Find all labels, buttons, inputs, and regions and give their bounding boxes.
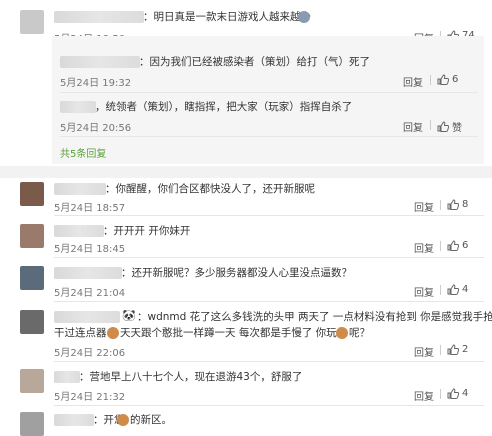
comment-text: 呢？ xyxy=(349,327,370,339)
like-button[interactable]: 4 xyxy=(447,388,468,399)
divider xyxy=(440,345,441,355)
more-replies-link[interactable]: 共5条回复 xyxy=(60,145,106,160)
like-count: 6 xyxy=(462,240,469,251)
divider xyxy=(430,120,431,130)
like-count: 2 xyxy=(462,344,469,355)
like-button[interactable]: 赞 xyxy=(437,119,462,134)
thumbs-up-icon xyxy=(447,199,459,210)
comment-text: ：明日真是一款末日游戏人越来越少 xyxy=(143,11,311,23)
like-button[interactable]: 2 xyxy=(447,344,468,355)
comment-text: ：你醒醒，你们合区都快没人了，还开新服呢 xyxy=(105,183,315,195)
comment-text: 天天跟个憨批一样蹲一天 每次都是手慢了 你玩你 xyxy=(120,327,348,339)
avatar[interactable] xyxy=(20,310,44,334)
username[interactable] xyxy=(54,225,104,237)
like-count: 4 xyxy=(462,284,469,295)
reply-text: ，统领者（策划），瞎指挥，把大家（玩家）指挥自杀了 xyxy=(95,101,353,113)
reply-button[interactable]: 回复 xyxy=(403,74,423,89)
reply-button[interactable]: 回复 xyxy=(414,388,434,403)
comment-text: ：还开新服呢？多少服务器都没人心里没点逼数？ xyxy=(121,267,352,279)
username[interactable] xyxy=(54,267,122,279)
like-button[interactable]: 6 xyxy=(447,240,468,251)
emoji-icon xyxy=(107,327,119,339)
reply-time: 5月24日 20:56 xyxy=(60,123,132,134)
emoji-icon xyxy=(298,11,310,23)
thumbs-up-icon xyxy=(447,240,459,251)
username[interactable] xyxy=(60,56,140,68)
reply-time: 5月24日 19:32 xyxy=(60,78,132,89)
comment-time: 5月24日 22:06 xyxy=(54,348,126,359)
reply-button[interactable]: 回复 xyxy=(414,199,434,214)
thumbs-up-icon xyxy=(437,121,449,132)
comment-time: 5月24日 21:32 xyxy=(54,392,126,403)
divider xyxy=(440,241,441,251)
divider xyxy=(60,136,478,137)
username[interactable] xyxy=(60,101,96,113)
avatar[interactable] xyxy=(20,266,44,290)
thumbs-up-icon xyxy=(437,74,449,85)
username[interactable] xyxy=(54,311,120,323)
comment-time: 5月24日 18:57 xyxy=(54,203,126,214)
thumbs-up-icon xyxy=(447,388,459,399)
like-count: 8 xyxy=(462,199,469,210)
avatar[interactable] xyxy=(20,10,44,34)
divider xyxy=(54,405,484,406)
avatar[interactable] xyxy=(20,412,44,436)
divider xyxy=(60,92,478,93)
thumbs-up-icon xyxy=(447,284,459,295)
username[interactable] xyxy=(54,414,94,426)
reply-button[interactable]: 回复 xyxy=(414,284,434,299)
username[interactable] xyxy=(54,183,106,195)
comment-text: ：营地早上八十七个人，现在退游43个，舒服了 xyxy=(79,371,303,383)
divider xyxy=(54,257,484,258)
divider xyxy=(54,215,484,216)
emoji-icon xyxy=(336,327,348,339)
comment-time: 5月24日 18:45 xyxy=(54,244,126,255)
reply-button[interactable]: 回复 xyxy=(414,240,434,255)
username[interactable] xyxy=(54,11,144,23)
like-button[interactable]: 4 xyxy=(447,284,468,295)
avatar[interactable] xyxy=(20,182,44,206)
like-count: 4 xyxy=(462,388,469,399)
comment-text: 干过连点器 xyxy=(54,327,107,339)
divider xyxy=(440,285,441,295)
divider xyxy=(54,301,484,302)
divider xyxy=(440,200,441,210)
comment-text: 的新区。 xyxy=(130,414,172,426)
divider xyxy=(440,389,441,399)
comment-text: ：开开开 开你妹开 xyxy=(103,225,191,237)
thumbs-up-icon xyxy=(447,344,459,355)
reply-text: ：因为我们已经被感染者（策划）给打（气）死了 xyxy=(139,56,370,68)
reply-button[interactable]: 回复 xyxy=(414,344,434,359)
username[interactable] xyxy=(54,371,80,383)
comment-time: 5月24日 21:04 xyxy=(54,288,126,299)
avatar[interactable] xyxy=(20,224,44,248)
like-count: 6 xyxy=(452,74,459,85)
panda-icon: 🐼 xyxy=(122,309,136,322)
comment-text: ：wdnmd 花了这么多钱洗的头甲 两天了 一点材料没有抢到 你是感觉我手抢能 xyxy=(137,311,492,323)
like-button[interactable]: 6 xyxy=(437,74,458,85)
reply-button[interactable]: 回复 xyxy=(403,119,423,134)
like-label: 赞 xyxy=(452,123,462,134)
like-button[interactable]: 8 xyxy=(447,199,468,210)
divider xyxy=(430,75,431,85)
section-gap xyxy=(0,166,492,178)
emoji-icon xyxy=(117,414,129,426)
avatar[interactable] xyxy=(20,369,44,393)
divider xyxy=(54,361,484,362)
